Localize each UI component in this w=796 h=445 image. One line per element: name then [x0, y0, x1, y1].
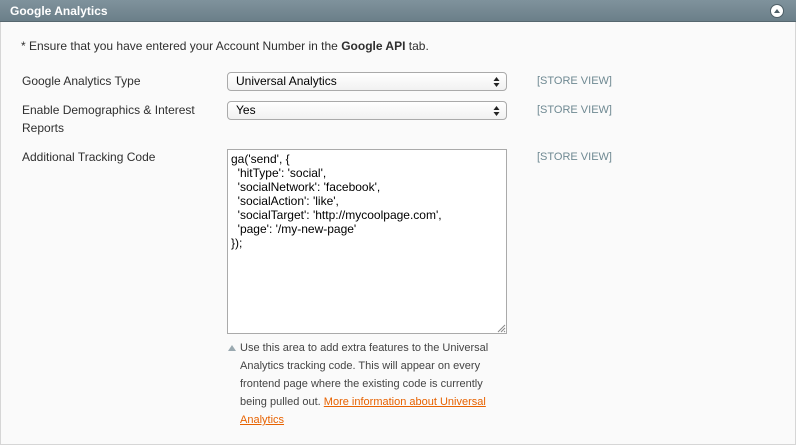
section-header[interactable]: Google Analytics: [0, 0, 796, 22]
google-analytics-section: Google Analytics * Ensure that you have …: [0, 0, 796, 445]
account-number-note: * Ensure that you have entered your Acco…: [21, 39, 429, 53]
note-bold: Google API: [341, 39, 406, 53]
note-prefix: * Ensure that you have entered your Acco…: [21, 39, 342, 53]
note-suffix: tab.: [405, 39, 429, 53]
tracking-code-textarea[interactable]: ga('send', { 'hitType': 'social', 'socia…: [227, 149, 507, 334]
ga-type-select[interactable]: Universal Analytics: [227, 72, 507, 91]
ga-type-label: Google Analytics Type: [22, 74, 141, 88]
ga-type-scope: [STORE VIEW]: [537, 75, 612, 87]
collapse-up-icon[interactable]: [770, 4, 784, 18]
demographics-scope: [STORE VIEW]: [537, 104, 612, 116]
ga-type-value: Universal Analytics: [236, 74, 337, 88]
demographics-select[interactable]: Yes: [227, 101, 507, 120]
demographics-value: Yes: [236, 103, 256, 117]
demographics-label: Enable Demographics & Interest Reports: [22, 103, 195, 135]
tracking-code-scope: [STORE VIEW]: [537, 151, 612, 163]
select-arrows-icon: [493, 77, 500, 87]
section-body: * Ensure that you have entered your Acco…: [0, 22, 796, 445]
hint-arrow-icon: [228, 345, 236, 351]
tracking-code-label: Additional Tracking Code: [22, 150, 156, 164]
section-title: Google Analytics: [10, 4, 108, 18]
select-arrows-icon: [493, 106, 500, 116]
resize-grip-icon[interactable]: [496, 323, 506, 333]
tracking-code-hint: Use this area to add extra features to t…: [240, 339, 502, 429]
